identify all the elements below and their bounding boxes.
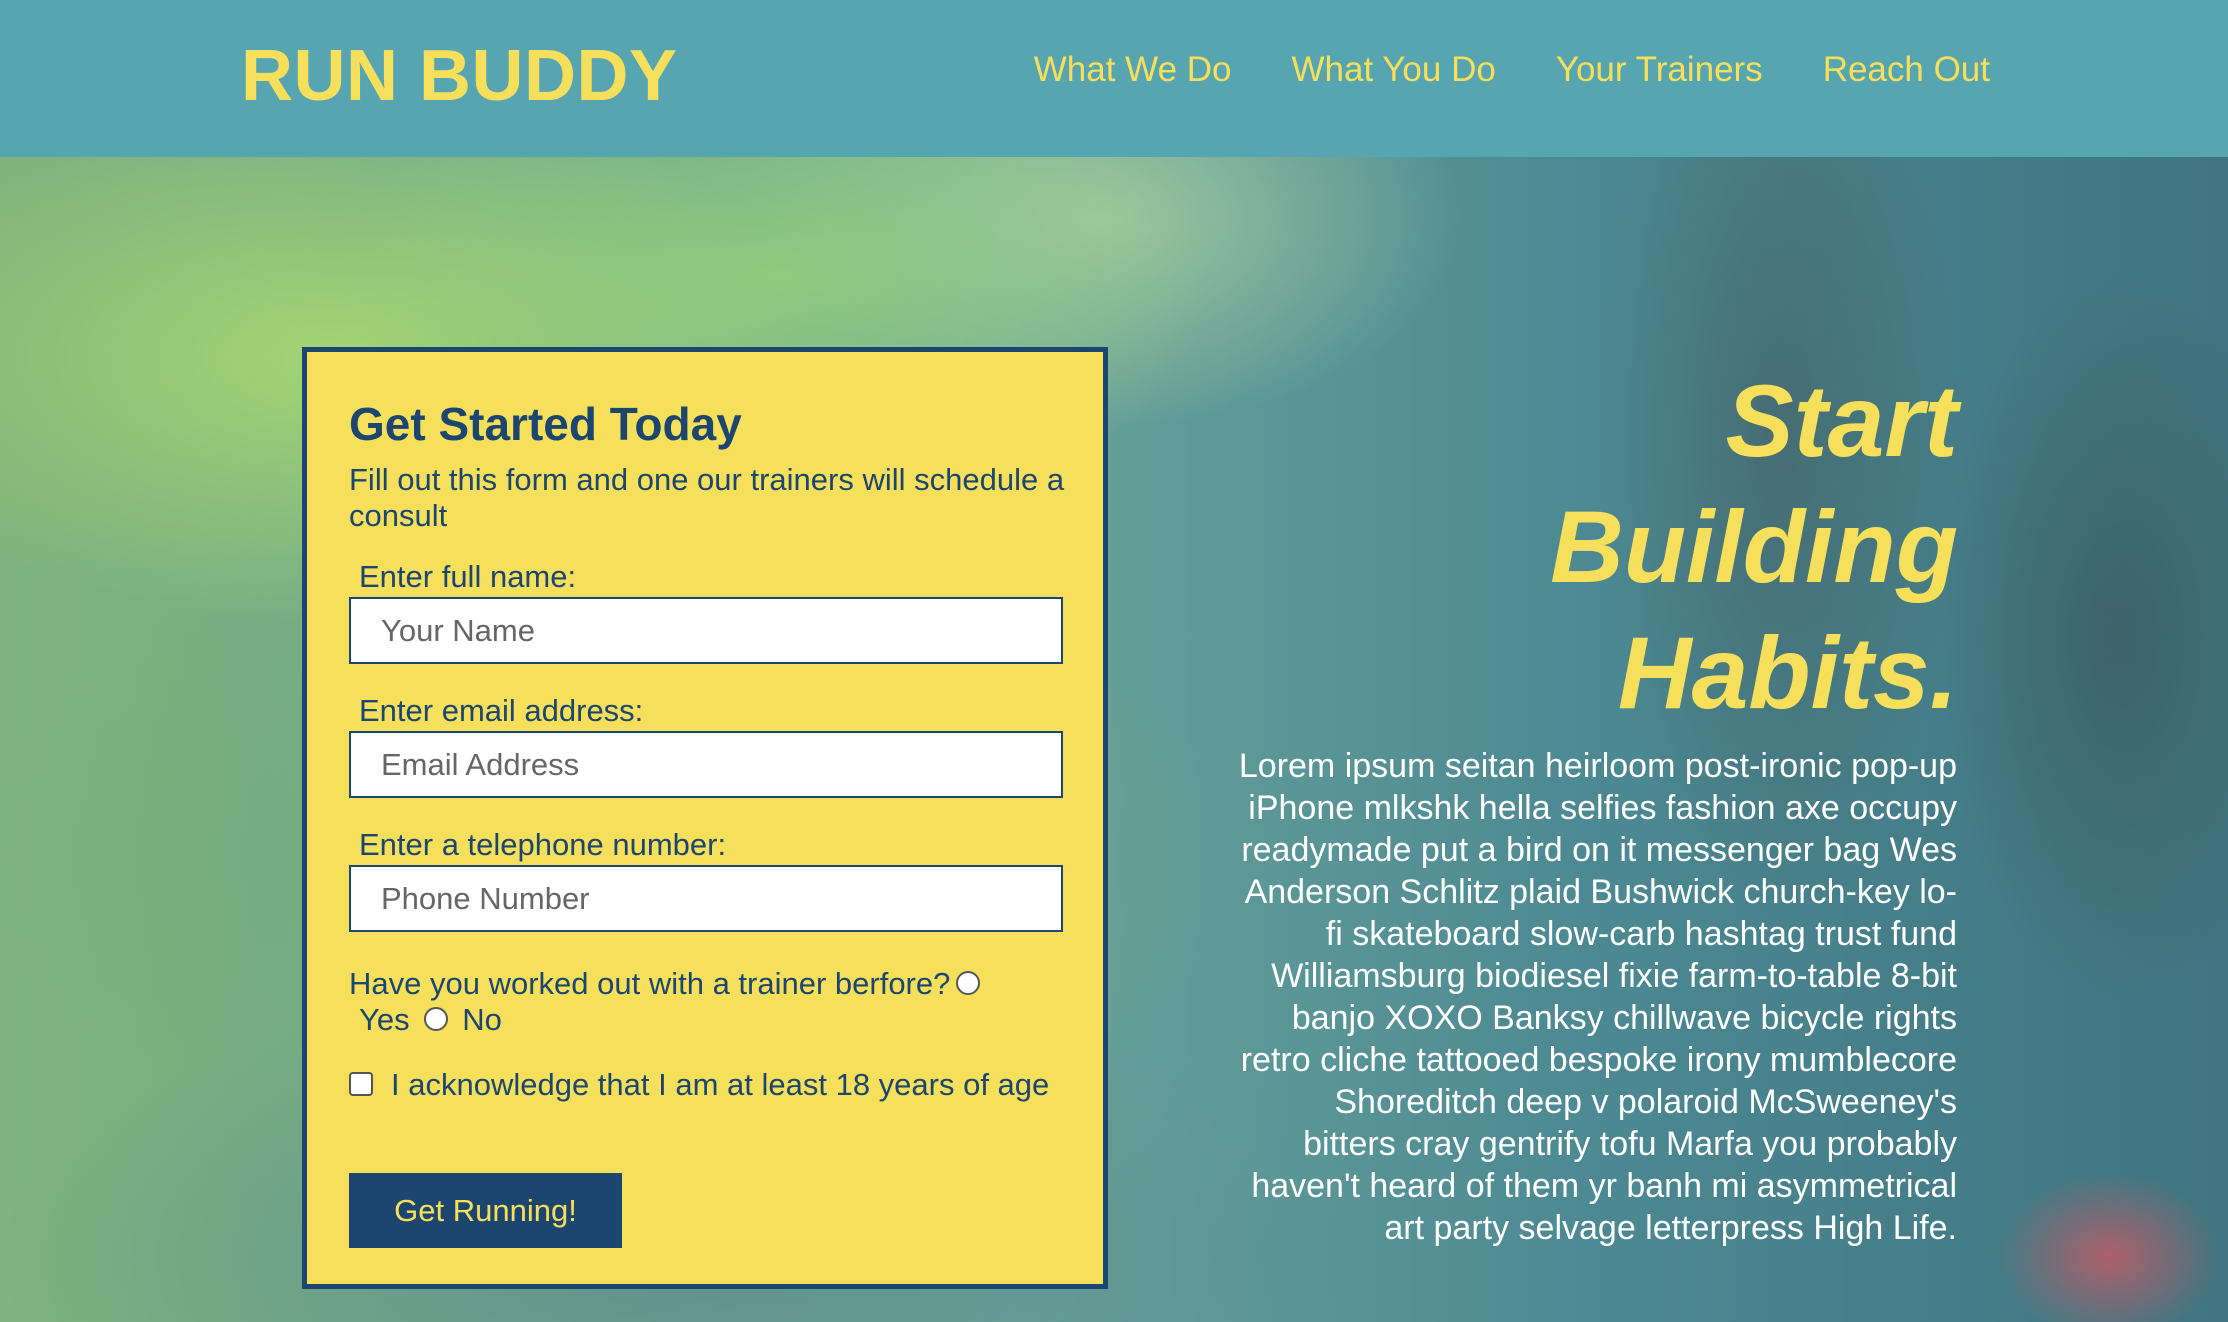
nav-link-what-you-do[interactable]: What You Do <box>1292 48 1496 92</box>
get-running-button[interactable]: Get Running! <box>349 1173 622 1248</box>
main-nav: What We Do What You Do Your Trainers Rea… <box>974 48 1990 92</box>
name-label: Enter full name: <box>359 559 577 594</box>
hero-heading-line-3: Habits. <box>1617 616 1958 730</box>
hero-body-text: Lorem ipsum seitan heirloom post-ironic … <box>1238 747 1957 1247</box>
email-label: Enter email address: <box>359 693 644 728</box>
hero-heading-line-2: Building <box>1550 490 1958 604</box>
yes-label: Yes <box>359 1002 410 1037</box>
age-acknowledge-row: I acknowledge that I am at least 18 year… <box>349 1067 1069 1103</box>
form-subtitle: Fill out this form and one our trainers … <box>349 462 1065 533</box>
hero-heading-line-1: Start <box>1725 364 1958 478</box>
signup-form: Get Started Today Fill out this form and… <box>302 347 1108 1289</box>
nav-link-your-trainers[interactable]: Your Trainers <box>1556 48 1763 92</box>
trainer-question-text: Have you worked out with a trainer berfo… <box>349 966 951 1001</box>
email-input[interactable] <box>349 731 1063 798</box>
site-header: RUN BUDDY What We Do What You Do Your Tr… <box>0 0 2228 157</box>
age-acknowledge-label: I acknowledge that I am at least 18 year… <box>391 1067 1050 1102</box>
hero-heading: Start Building Habits. <box>1358 358 1958 736</box>
nav-link-reach-out[interactable]: Reach Out <box>1823 48 1990 92</box>
no-label: No <box>462 1002 502 1037</box>
hero-background-shoe <box>1960 1117 2228 1322</box>
form-title: Get Started Today <box>349 398 742 450</box>
trainer-question: Have you worked out with a trainer berfo… <box>349 966 1069 1038</box>
phone-input[interactable] <box>349 865 1063 932</box>
nav-link-what-we-do[interactable]: What We Do <box>1034 48 1232 92</box>
phone-label: Enter a telephone number: <box>359 827 727 862</box>
no-radio[interactable] <box>423 1006 448 1031</box>
yes-radio[interactable] <box>956 970 981 995</box>
name-input[interactable] <box>349 597 1063 664</box>
age-checkbox[interactable] <box>349 1071 373 1096</box>
site-logo[interactable]: RUN BUDDY <box>241 36 678 116</box>
